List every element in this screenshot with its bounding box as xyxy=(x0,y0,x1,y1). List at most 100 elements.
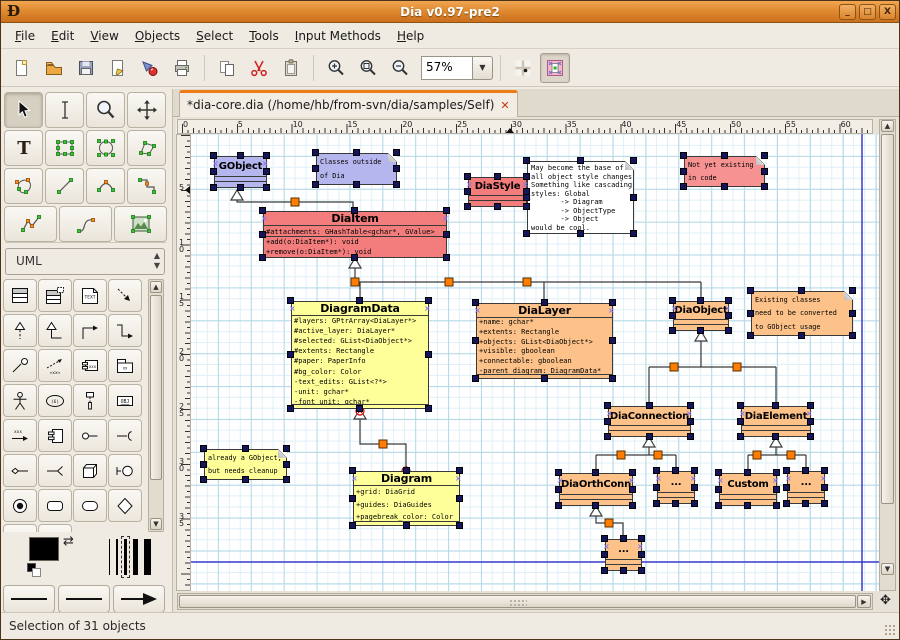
selection-handle[interactable] xyxy=(725,297,732,304)
menu-help[interactable]: Help xyxy=(389,25,432,47)
shape-uml-port[interactable] xyxy=(108,454,142,487)
pan-tool-icon[interactable]: ✥ xyxy=(876,592,895,611)
selection-handle[interactable] xyxy=(761,183,768,190)
selection-handle[interactable] xyxy=(349,495,356,502)
selection-handle[interactable] xyxy=(807,418,814,425)
selection-handle[interactable] xyxy=(691,500,698,507)
shape-uml-fork[interactable] xyxy=(3,524,37,532)
selection-handle[interactable] xyxy=(464,203,471,210)
selection-handle[interactable] xyxy=(744,469,751,476)
cut-button[interactable] xyxy=(244,53,274,83)
selection-handle[interactable] xyxy=(287,405,294,412)
selection-handle[interactable] xyxy=(821,467,828,474)
selection-handle[interactable] xyxy=(283,476,290,483)
selection-handle[interactable] xyxy=(312,149,319,156)
title-bar[interactable]: Ð Dia v0.97-pre2 _□X xyxy=(1,1,899,23)
selection-handle[interactable] xyxy=(259,231,266,238)
horizontal-scrollbar[interactable]: ▶ xyxy=(177,593,873,610)
save-button[interactable] xyxy=(71,53,101,83)
tool-polyline[interactable] xyxy=(4,206,57,242)
shape-uml-required-interface[interactable] xyxy=(108,419,142,452)
selection-handle[interactable] xyxy=(403,522,410,529)
selection-handle[interactable] xyxy=(200,461,207,468)
selection-handle[interactable] xyxy=(629,502,636,509)
line-handle[interactable] xyxy=(605,519,613,527)
line-width-option-1[interactable] xyxy=(109,539,110,575)
selection-handle[interactable] xyxy=(393,165,400,172)
menu-view[interactable]: View xyxy=(82,25,126,47)
tool-zigzagline[interactable] xyxy=(127,168,166,204)
menu-select[interactable]: Select xyxy=(188,25,241,47)
shape-uml-actor[interactable] xyxy=(3,384,37,417)
line-handle[interactable] xyxy=(654,451,662,459)
selection-handle[interactable] xyxy=(697,297,704,304)
line-handle[interactable] xyxy=(291,198,299,206)
selection-handle[interactable] xyxy=(669,312,676,319)
tool-magnify[interactable] xyxy=(86,92,125,128)
show-connection-points-toggle[interactable] xyxy=(540,53,570,83)
open-button[interactable] xyxy=(39,53,69,83)
selection-handle[interactable] xyxy=(772,433,779,440)
selection-handle[interactable] xyxy=(849,310,856,317)
selection-handle[interactable] xyxy=(807,433,814,440)
tool-arc[interactable] xyxy=(86,168,125,204)
zoom-in-button[interactable] xyxy=(321,53,351,83)
zoom-combo[interactable]: 57%▼ xyxy=(421,56,493,80)
snap-to-grid-toggle[interactable] xyxy=(508,53,538,83)
selection-handle[interactable] xyxy=(259,254,266,261)
line-width-option-5[interactable] xyxy=(133,539,138,575)
selection-handle[interactable] xyxy=(403,467,410,474)
selection-handle[interactable] xyxy=(283,461,290,468)
selection-handle[interactable] xyxy=(287,351,294,358)
selection-handle[interactable] xyxy=(351,254,358,261)
properties-button[interactable] xyxy=(103,53,133,83)
shape-uml-component[interactable] xyxy=(38,419,72,452)
shape-uml-package[interactable]: xx xyxy=(108,349,142,382)
selection-handle[interactable] xyxy=(638,551,645,558)
shape-uml-implements[interactable] xyxy=(3,349,37,382)
selection-handle[interactable] xyxy=(242,445,249,452)
shape-uml-final-state[interactable] xyxy=(3,489,37,522)
selection-handle[interactable] xyxy=(523,194,530,201)
line-style-selector[interactable] xyxy=(58,585,110,613)
shape-uml-transition[interactable] xyxy=(38,524,72,532)
diagram-tab[interactable]: *dia-core.dia (/home/hb/from-svn/dia/sam… xyxy=(179,90,518,117)
selection-handle[interactable] xyxy=(802,500,809,507)
selection-handle[interactable] xyxy=(555,502,562,509)
tool-modify[interactable] xyxy=(4,92,43,128)
selection-handle[interactable] xyxy=(604,433,611,440)
selection-handle[interactable] xyxy=(464,173,471,180)
horizontal-scrollbar-thumb[interactable] xyxy=(179,595,856,608)
tool-bezierline[interactable] xyxy=(59,206,112,242)
selection-handle[interactable] xyxy=(351,207,358,214)
end-arrow-selector[interactable] xyxy=(113,585,165,613)
selection-handle[interactable] xyxy=(620,567,627,574)
copy-button[interactable] xyxy=(212,53,242,83)
selection-handle[interactable] xyxy=(523,173,530,180)
selection-handle[interactable] xyxy=(715,486,722,493)
selection-handle[interactable] xyxy=(646,433,653,440)
selection-handle[interactable] xyxy=(312,181,319,188)
selection-handle[interactable] xyxy=(773,502,780,509)
uml-note-note-existing[interactable]: Existing classes need to be converted to… xyxy=(751,291,853,336)
selection-handle[interactable] xyxy=(721,152,728,159)
diagram-canvas[interactable]: GObject××Classes outside of Dia××DiaItem… xyxy=(191,134,879,591)
export-button[interactable] xyxy=(135,53,165,83)
selection-handle[interactable] xyxy=(620,535,627,542)
shape-uml-note[interactable]: TEXT xyxy=(73,279,107,312)
tool-line[interactable] xyxy=(45,168,84,204)
selection-handle[interactable] xyxy=(393,181,400,188)
shape-uml-association[interactable] xyxy=(73,314,107,347)
selection-handle[interactable] xyxy=(802,467,809,474)
selection-handle[interactable] xyxy=(263,168,270,175)
tool-text[interactable]: T xyxy=(4,130,43,166)
selection-handle[interactable] xyxy=(747,287,754,294)
shape-uml-realizes[interactable] xyxy=(3,314,37,347)
selection-handle[interactable] xyxy=(697,327,704,334)
selection-handle[interactable] xyxy=(629,486,636,493)
selection-handle[interactable] xyxy=(747,310,754,317)
selection-handle[interactable] xyxy=(604,402,611,409)
selection-handle[interactable] xyxy=(541,299,548,306)
shape-uml-object[interactable]: OBJ xyxy=(108,384,142,417)
selection-handle[interactable] xyxy=(210,152,217,159)
